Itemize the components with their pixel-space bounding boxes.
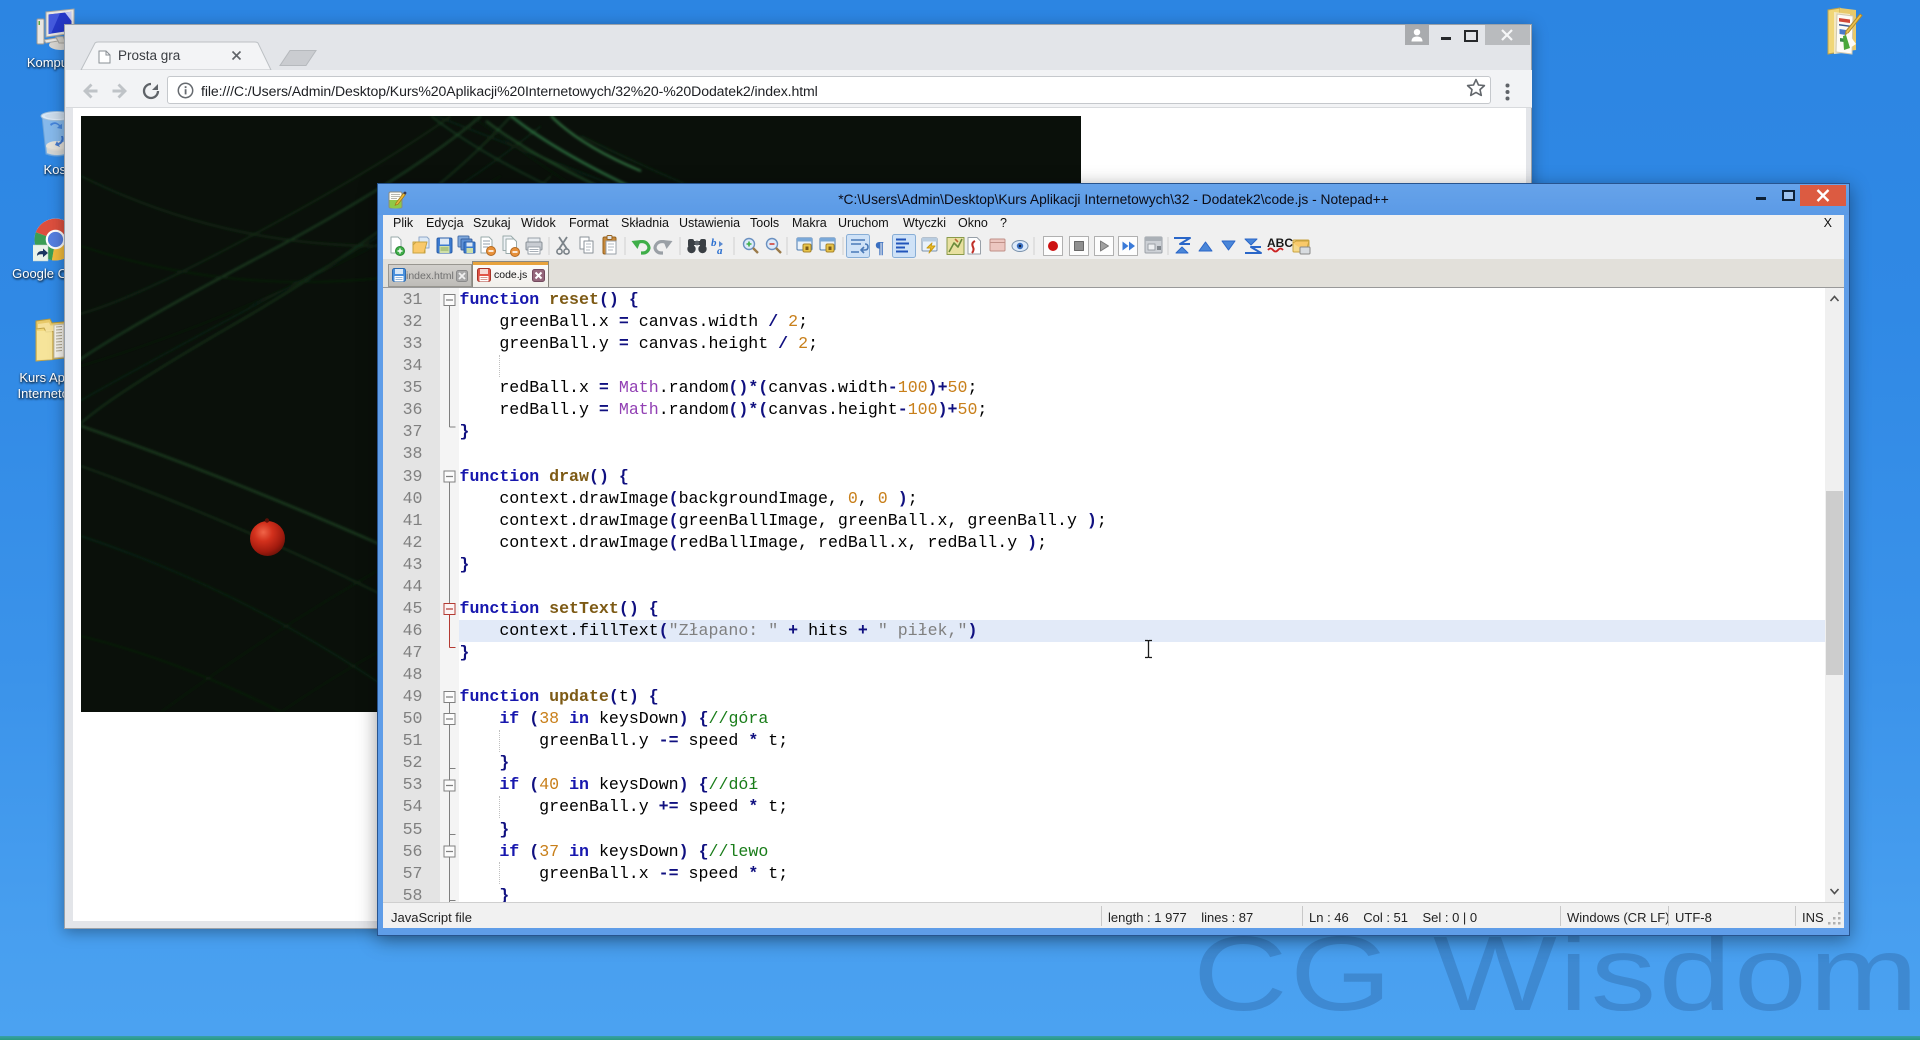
svg-text:a: a — [717, 245, 723, 257]
svg-text:¶: ¶ — [875, 238, 884, 257]
